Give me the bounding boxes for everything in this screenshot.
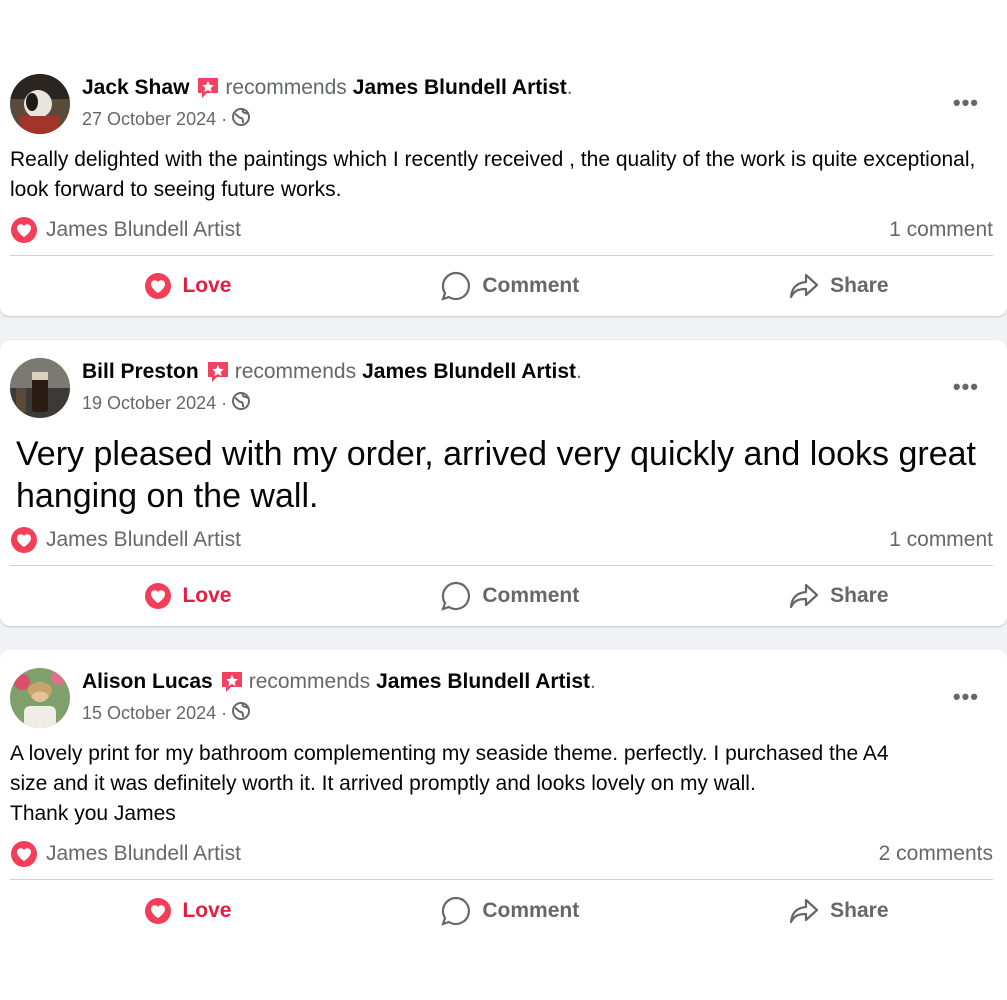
heart-icon [10,840,38,868]
post-date[interactable]: 19 October 2024 [82,393,216,414]
post-meta: 27 October 2024 · [82,107,251,132]
action-bar: Love Comment Share [10,576,993,616]
more-options-icon[interactable]: ••• [953,686,979,708]
share-arrow-icon [788,270,820,302]
page-name-link[interactable]: James Blundell Artist [362,360,576,384]
meta-separator: · [221,109,228,129]
comment-count[interactable]: 1 comment [889,528,993,552]
comment-label: Comment [482,274,580,297]
review-text-line: A lovely print for my bathroom complemen… [10,742,889,765]
review-card: Alison Lucas recommends James Blundell A… [0,650,1007,1000]
comment-button[interactable]: Comment [440,270,579,302]
avatar[interactable] [10,668,70,728]
share-arrow-icon [788,895,820,927]
reactor-name[interactable]: James Blundell Artist [46,842,241,866]
share-button[interactable]: Share [788,895,889,927]
comment-label: Comment [482,584,580,607]
recommends-text: recommends [248,670,371,693]
share-label: Share [830,584,889,607]
love-label: Love [182,274,232,297]
speech-bubble-icon [440,580,472,612]
globe-icon [231,701,251,726]
share-label: Share [830,899,889,922]
comment-label: Comment [482,899,580,922]
share-arrow-icon [788,580,820,612]
divider [10,255,993,256]
reaction-summary: James Blundell Artist 1 comment [10,215,993,245]
action-bar: Love Comment Share [10,891,993,931]
avatar[interactable] [10,74,70,134]
post-header: Alison Lucas recommends James Blundell A… [82,669,596,695]
page-name-link[interactable]: James Blundell Artist [376,670,590,694]
page-period: . [576,360,582,383]
heart-icon [144,272,172,300]
more-options-icon[interactable]: ••• [953,92,979,114]
meta-separator: · [221,393,228,413]
review-text: Very pleased with my order, arrived very… [16,435,977,515]
divider [10,565,993,566]
post-meta: 15 October 2024 · [82,701,251,726]
globe-icon [231,391,251,416]
recommends-text: recommends [234,360,357,383]
action-bar: Love Comment Share [10,266,993,306]
heart-icon [144,582,172,610]
comment-button[interactable]: Comment [440,895,579,927]
post-meta: 19 October 2024 · [82,391,251,416]
heart-icon [10,526,38,554]
review-card: Jack Shaw recommends James Blundell Arti… [0,0,1007,316]
heart-icon [144,897,172,925]
comment-count[interactable]: 2 comments [879,842,993,866]
recommend-star-icon [195,75,221,101]
heart-icon [10,216,38,244]
share-label: Share [830,274,889,297]
reaction-summary: James Blundell Artist 2 comments [10,839,993,869]
review-text: A lovely print for my bathroom complemen… [10,739,990,829]
globe-icon [231,107,251,132]
author-name[interactable]: Alison Lucas [82,670,213,694]
love-button[interactable]: Love [144,897,231,925]
divider [10,879,993,880]
post-header: Jack Shaw recommends James Blundell Arti… [82,75,573,101]
page-name-link[interactable]: James Blundell Artist [353,76,567,100]
more-options-icon[interactable]: ••• [953,376,979,398]
review-card: Bill Preston recommends James Blundell A… [0,340,1007,626]
love-label: Love [182,899,232,922]
page-period: . [566,76,573,99]
author-name[interactable]: Bill Preston [82,360,199,384]
love-label: Love [182,584,232,607]
speech-bubble-icon [440,270,472,302]
review-text: Really delighted with the paintings whic… [10,148,976,201]
review-text-line: Thank you James [10,802,176,825]
share-button[interactable]: Share [788,580,889,612]
avatar[interactable] [10,358,70,418]
recommend-star-icon [205,359,231,385]
recommend-star-icon [219,669,245,695]
reaction-summary: James Blundell Artist 1 comment [10,525,993,555]
author-name[interactable]: Jack Shaw [82,76,189,100]
post-date[interactable]: 27 October 2024 [82,109,216,130]
love-button[interactable]: Love [144,582,231,610]
post-date[interactable]: 15 October 2024 [82,703,216,724]
speech-bubble-icon [440,895,472,927]
post-header: Bill Preston recommends James Blundell A… [82,359,582,385]
recommends-text: recommends [225,76,347,99]
comment-button[interactable]: Comment [440,580,579,612]
page-period: . [590,670,596,693]
meta-separator: · [221,703,228,723]
love-button[interactable]: Love [144,272,231,300]
reactor-name[interactable]: James Blundell Artist [46,218,241,242]
review-text-line: size and it was definitely worth it. It … [10,772,756,795]
comment-count[interactable]: 1 comment [889,218,993,242]
share-button[interactable]: Share [788,270,889,302]
reactor-name[interactable]: James Blundell Artist [46,528,241,552]
